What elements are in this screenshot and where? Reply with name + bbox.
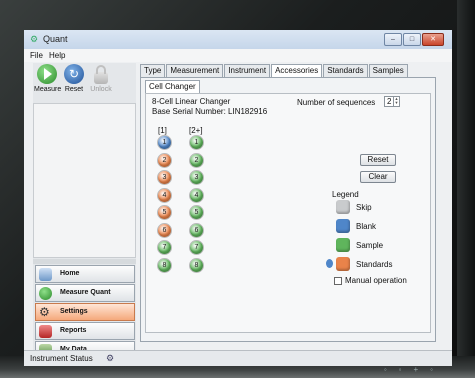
nav-settings[interactable]: ⚙ Settings <box>35 303 135 321</box>
monitor-buttons: ◦◦+◦ <box>383 365 445 374</box>
tab-strip: Type Measurement Instrument Accessories … <box>140 64 409 78</box>
reset-button[interactable]: ↻ Reset <box>61 64 87 93</box>
status-bar: Instrument Status ⚙ <box>24 350 452 366</box>
nav-home-label: Home <box>60 270 80 277</box>
legend-blank-label: Blank <box>356 222 377 231</box>
padlock-icon <box>94 65 108 84</box>
unlock-label: Unlock <box>90 86 112 93</box>
title-bar: ⚙ Quant – □ ✕ <box>24 30 452 49</box>
reports-icon <box>39 325 52 338</box>
serial-number: Base Serial Number: LIN182916 <box>152 107 268 116</box>
gear-icon: ⚙ <box>39 305 50 319</box>
sequence-1-cell-1[interactable]: 1 <box>158 136 171 149</box>
reset-label: Reset <box>64 86 84 93</box>
instrument-status: Instrument Status <box>30 354 93 363</box>
unlock-button[interactable]: Unlock <box>88 64 114 93</box>
sequence-1-cell-3[interactable]: 3 <box>158 171 171 184</box>
nav-reports[interactable]: Reports <box>35 322 135 340</box>
reset-cells-button[interactable]: Reset <box>360 154 396 166</box>
app-window: ⚙ Quant – □ ✕ File Help Measure ↻ Reset <box>24 30 452 366</box>
sequence-2-cell-8[interactable]: 8 <box>190 258 203 272</box>
sequence-2-cell-7[interactable]: 7 <box>190 241 203 254</box>
instrument-icon: ⚙ <box>106 353 115 363</box>
tab-accessories[interactable]: Accessories <box>271 64 323 78</box>
play-icon <box>39 287 52 300</box>
window-title: Quant <box>43 34 68 44</box>
reset-icon: ↻ <box>64 64 84 84</box>
sequence-1-cell-6[interactable]: 6 <box>158 223 171 237</box>
menu-help[interactable]: Help <box>49 51 65 60</box>
left-blank-area <box>33 103 136 258</box>
tab-samples[interactable]: Samples <box>368 64 408 77</box>
sequences-stepper[interactable]: 2 ▲ ▼ <box>384 96 400 107</box>
tab-measurement[interactable]: Measurement <box>166 64 224 77</box>
column-1-header: [1] <box>158 126 167 135</box>
changer-name: 8-Cell Linear Changer <box>152 97 231 106</box>
manual-operation-checkbox[interactable] <box>334 277 342 285</box>
column-2-header: [2+] <box>189 126 203 135</box>
nav-measure-quant[interactable]: Measure Quant <box>35 284 135 302</box>
measure-label: Measure <box>34 86 62 93</box>
sequence-2-cell-2[interactable]: 2 <box>190 153 203 167</box>
menu-bar: File Help <box>24 49 452 62</box>
nav-home[interactable]: Home <box>35 265 135 283</box>
tab-type[interactable]: Type <box>140 64 166 77</box>
nav-measure-quant-label: Measure Quant <box>60 289 111 296</box>
legend-standards-label: Standards <box>356 260 393 269</box>
maximize-button[interactable]: □ <box>403 33 421 46</box>
info-icon[interactable] <box>326 259 333 268</box>
play-icon <box>37 64 57 84</box>
sequence-2-cell-5[interactable]: 5 <box>190 206 203 219</box>
legend: Skip Blank Sample Standards <box>326 200 404 274</box>
sequence-1-cell-4[interactable]: 4 <box>158 188 171 202</box>
legend-sample-label: Sample <box>356 241 384 250</box>
tab-cell-changer[interactable]: Cell Changer <box>145 80 200 93</box>
legend-skip-label: Skip <box>356 203 372 212</box>
cell-changer-panel: 8-Cell Linear Changer Base Serial Number… <box>145 93 431 333</box>
sequence-1-cell-8[interactable]: 8 <box>158 258 171 272</box>
legend-standards-swatch <box>336 257 350 271</box>
nav-reports-label: Reports <box>60 327 87 334</box>
panel-splitter[interactable] <box>33 259 136 264</box>
tab-standards[interactable]: Standards <box>323 64 368 77</box>
sequence-2-cell-1[interactable]: 1 <box>190 136 203 149</box>
measure-button[interactable]: Measure <box>34 64 62 93</box>
toolbar: Measure ↻ Reset Unlock <box>33 63 136 103</box>
menu-file[interactable]: File <box>30 51 43 60</box>
sequences-label: Number of sequences <box>297 98 376 107</box>
sequence-1-cell-7[interactable]: 7 <box>158 241 171 254</box>
manual-operation-label: Manual operation <box>345 276 407 285</box>
monitor-bezel-right <box>457 0 475 378</box>
home-icon <box>39 268 52 281</box>
window-controls: – □ ✕ <box>384 33 444 46</box>
nav-settings-label: Settings <box>60 308 88 315</box>
legend-blank-swatch <box>336 219 350 233</box>
sequence-1-cell-2[interactable]: 2 <box>158 153 171 167</box>
close-button[interactable]: ✕ <box>422 33 444 46</box>
sequences-value: 2 <box>387 97 392 106</box>
left-panel: Measure ↻ Reset Unlock Home Measure Quan… <box>33 63 136 366</box>
sequence-1-cell-5[interactable]: 5 <box>158 206 171 219</box>
minimize-button[interactable]: – <box>384 33 402 46</box>
tab-instrument[interactable]: Instrument <box>224 64 271 77</box>
app-icon: ⚙ <box>30 34 39 44</box>
clear-cells-button[interactable]: Clear <box>360 171 396 183</box>
legend-skip-swatch <box>336 200 350 214</box>
legend-sample-swatch <box>336 238 350 252</box>
sequence-2-cell-4[interactable]: 4 <box>190 188 203 202</box>
stepper-arrows-icon[interactable]: ▲ ▼ <box>393 97 399 106</box>
sequence-2-cell-6[interactable]: 6 <box>190 223 203 237</box>
sequence-2-cell-3[interactable]: 3 <box>190 171 203 184</box>
legend-title: Legend <box>332 190 359 199</box>
accessories-panel: Cell Changer 8-Cell Linear Changer Base … <box>140 77 436 342</box>
